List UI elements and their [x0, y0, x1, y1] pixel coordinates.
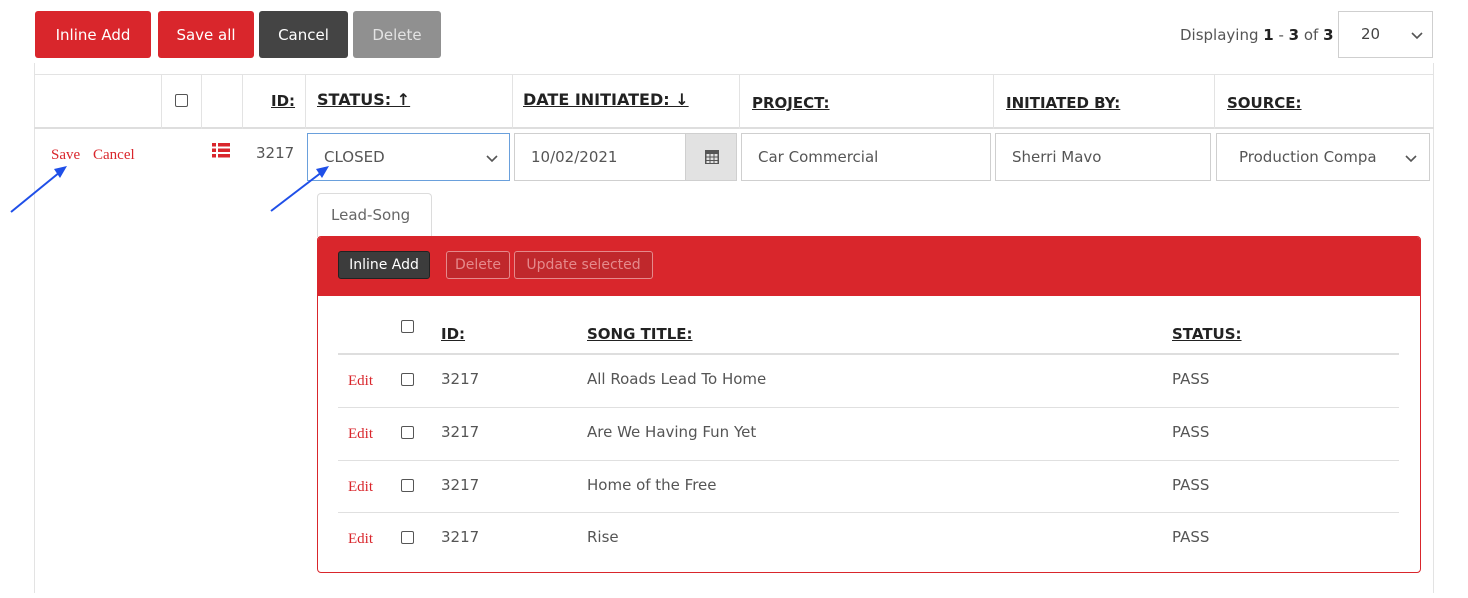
- detail-select-all-checkbox[interactable]: [401, 320, 414, 333]
- row-edit-link[interactable]: Edit: [348, 531, 373, 548]
- detail-header-divider: [338, 353, 1399, 355]
- song-title: All Roads Lead To Home: [587, 370, 767, 388]
- song-id: 3217: [441, 370, 480, 388]
- song-id: 3217: [441, 528, 480, 546]
- detail-header-status[interactable]: STATUS:: [1172, 325, 1242, 343]
- row-divider: [338, 512, 1399, 513]
- detail-update-selected-button[interactable]: Update selected: [514, 251, 653, 279]
- song-title: Home of the Free: [587, 476, 717, 494]
- detail-header-id[interactable]: ID:: [441, 325, 465, 343]
- row-checkbox[interactable]: [401, 426, 414, 439]
- detail-delete-button[interactable]: Delete: [446, 251, 510, 279]
- song-id: 3217: [441, 476, 480, 494]
- tab-lead-song-label: Lead-Song: [331, 206, 411, 224]
- arrow-annotation-icon: [10, 166, 67, 213]
- detail-panel: [317, 236, 1421, 573]
- song-status: PASS: [1172, 528, 1210, 546]
- detail-header-song-title[interactable]: SONG TITLE:: [587, 325, 693, 343]
- row-edit-link[interactable]: Edit: [348, 426, 373, 443]
- row-divider: [338, 460, 1399, 461]
- row-checkbox[interactable]: [401, 531, 414, 544]
- row-edit-link[interactable]: Edit: [348, 373, 373, 390]
- row-edit-link[interactable]: Edit: [348, 479, 373, 496]
- song-id: 3217: [441, 423, 480, 441]
- song-title: Rise: [587, 528, 619, 546]
- song-title: Are We Having Fun Yet: [587, 423, 757, 441]
- song-status: PASS: [1172, 423, 1210, 441]
- row-divider: [338, 407, 1399, 408]
- tab-lead-song[interactable]: Lead-Song: [317, 193, 432, 237]
- row-checkbox[interactable]: [401, 479, 414, 492]
- song-status: PASS: [1172, 370, 1210, 388]
- row-checkbox[interactable]: [401, 373, 414, 386]
- song-status: PASS: [1172, 476, 1210, 494]
- detail-inline-add-button[interactable]: Inline Add: [338, 251, 430, 279]
